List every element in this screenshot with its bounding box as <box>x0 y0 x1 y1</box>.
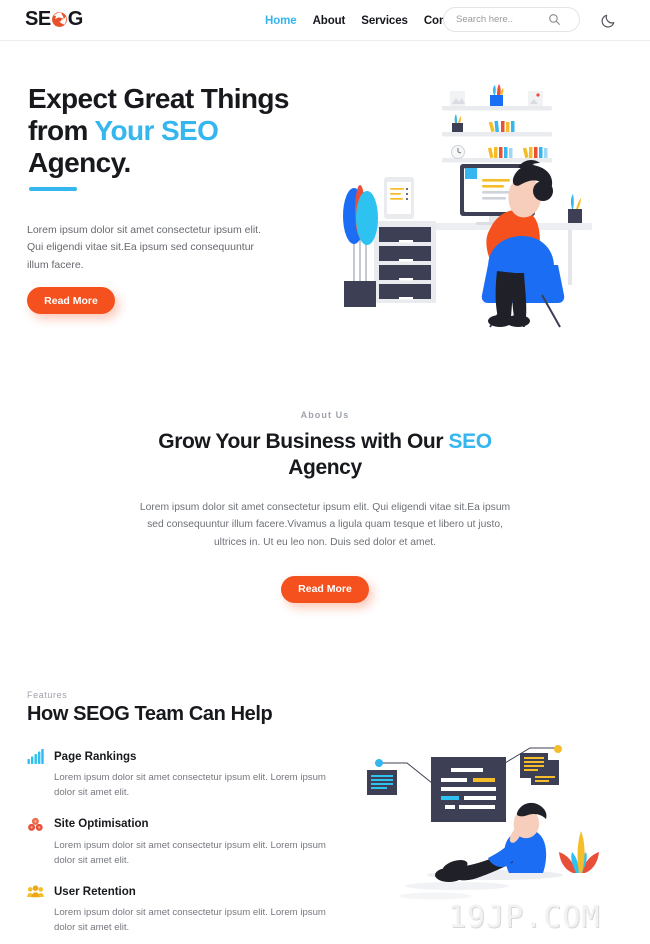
nav-link-about[interactable]: About <box>313 15 346 27</box>
molecule-icon <box>27 816 44 833</box>
logo-text-pre: SE <box>25 8 51 30</box>
hero-section: Expect Great Things from Your SEO Agency… <box>0 41 650 391</box>
hero-title-line3: Agency. <box>28 147 131 179</box>
about-eyebrow: About Us <box>300 410 350 420</box>
watermark: 19JP.COM <box>448 900 601 935</box>
features-list: Page Rankings Lorem ipsum dolor sit amet… <box>27 748 327 944</box>
about-title-plain: Grow Your Business with Our <box>158 430 449 453</box>
site-logo[interactable]: SE G <box>25 8 83 31</box>
hero-title-line1: Expect Great Things <box>28 83 289 114</box>
about-title-highlight: SEO <box>448 430 493 453</box>
page-root: SE G Home About Services Contact <box>0 0 650 944</box>
hero-title-line2-plain: from <box>28 115 95 147</box>
hero-accent-rule <box>29 187 77 191</box>
feature-name: Page Rankings <box>54 750 137 763</box>
hero-illustration <box>332 81 632 331</box>
moon-icon <box>600 14 618 33</box>
nav-link-home[interactable]: Home <box>265 15 297 27</box>
feature-item-site-optimisation: Site Optimisation Lorem ipsum dolor sit … <box>27 816 327 869</box>
logo-text-post: G <box>67 8 84 30</box>
feature-description: Lorem ipsum dolor sit amet consectetur i… <box>54 772 326 798</box>
main-navigation: Home About Services Contact <box>265 0 466 41</box>
feature-name: User Retention <box>54 885 136 898</box>
logo-o-mark-icon <box>51 11 68 28</box>
about-read-more-button[interactable]: Read More <box>281 575 369 603</box>
about-title: Grow Your Business with Our SEO Agency <box>0 429 650 482</box>
about-title-tail: Agency <box>288 456 362 480</box>
bar-chart-icon <box>27 748 44 765</box>
nav-link-services[interactable]: Services <box>361 15 408 27</box>
features-illustration <box>345 745 640 915</box>
users-group-icon <box>27 883 44 900</box>
feature-description: Lorem ipsum dolor sit amet consectetur i… <box>54 839 326 866</box>
feature-item-user-retention: User Retention Lorem ipsum dolor sit ame… <box>27 883 327 936</box>
feature-name: Site Optimisation <box>54 818 149 831</box>
feature-item-page-rankings: Page Rankings Lorem ipsum dolor sit amet… <box>27 748 327 801</box>
hero-title: Expect Great Things from Your SEO Agency… <box>28 83 348 180</box>
about-paragraph: Lorem ipsum dolor sit amet consectetur i… <box>139 501 511 548</box>
hero-paragraph: Lorem ipsum dolor sit amet consectetur i… <box>27 224 262 271</box>
features-eyebrow: Features <box>27 690 68 700</box>
site-header: SE G Home About Services Contact <box>0 0 650 41</box>
hero-read-more-button[interactable]: Read More <box>27 287 115 314</box>
search-box[interactable] <box>443 7 580 32</box>
dark-mode-toggle[interactable] <box>600 11 618 29</box>
features-title: How SEOG Team Can Help <box>27 703 273 725</box>
search-icon[interactable] <box>548 13 561 26</box>
search-input[interactable] <box>444 14 548 25</box>
hero-title-highlight: Your SEO <box>94 115 219 147</box>
about-section: About Us Grow Your Business with Our SEO… <box>0 410 650 635</box>
feature-description: Lorem ipsum dolor sit amet consectetur i… <box>54 907 326 934</box>
